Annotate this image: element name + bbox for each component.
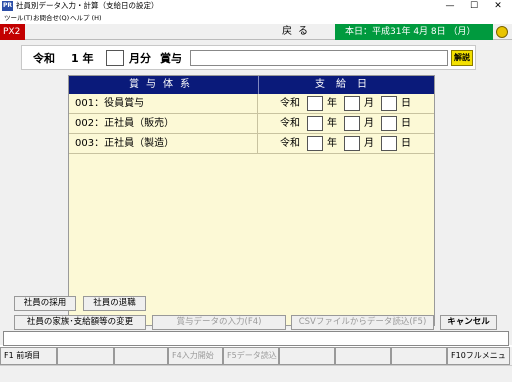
f4-start-input-key[interactable]: F4入力開始 <box>168 347 223 365</box>
month-unit: 月 <box>364 138 374 149</box>
function-key-bar: F1 前項目 F4入力開始 F5データ読込 F10フルメニュー <box>0 347 512 376</box>
f5-read-data-key[interactable]: F5データ読込 <box>223 347 279 365</box>
close-button[interactable]: ✕ <box>486 0 510 13</box>
minimize-button[interactable]: — <box>438 0 462 13</box>
f2-key[interactable] <box>57 347 114 365</box>
bonus-label: 賞与 <box>160 52 182 65</box>
column-header-payday: 支給日 <box>258 76 434 94</box>
payday-month-input[interactable] <box>344 96 360 111</box>
f8-key[interactable] <box>391 347 447 365</box>
bonus-name-field[interactable] <box>190 50 448 66</box>
table-row[interactable]: 001：役員賞与 令和 年 月 日 <box>69 94 434 114</box>
payday-year-input[interactable] <box>307 96 323 111</box>
menu-help[interactable]: ヘルプ (H) <box>70 14 102 23</box>
f3-key[interactable] <box>114 347 168 365</box>
cancel-button[interactable]: キャンセル <box>440 315 497 330</box>
bonus-system-name: 001：役員賞与 <box>75 98 145 109</box>
year-unit: 年 <box>327 118 337 129</box>
family-payment-change-button[interactable]: 社員の家族･支給額等の変更 <box>14 315 146 330</box>
bonus-system-grid: 賞与体系 支給日 001：役員賞与 令和 年 月 日 002：正社員（販売） 令… <box>68 75 435 326</box>
back-button[interactable]: 戻る <box>270 24 334 40</box>
year-label: 1 年 <box>71 52 94 65</box>
month-unit: 月 <box>364 118 374 129</box>
year-unit: 年 <box>327 138 337 149</box>
payday-era: 令和 <box>280 98 300 109</box>
day-unit: 日 <box>401 118 411 129</box>
px2-badge: PX2 <box>0 24 25 40</box>
column-divider <box>257 134 258 154</box>
maximize-button[interactable]: ☐ <box>462 0 486 13</box>
table-row[interactable]: 002：正社員（販売） 令和 年 月 日 <box>69 114 434 134</box>
payday-era: 令和 <box>280 138 300 149</box>
column-header-bonus-system: 賞与体系 <box>129 79 197 90</box>
grid-header: 賞与体系 支給日 <box>69 76 434 94</box>
menu-bar: ツール(T) お問合せ(Q) ヘルプ (H) <box>0 13 512 24</box>
menu-tools[interactable]: ツール(T) <box>4 14 33 23</box>
app-icon: PR <box>2 1 13 11</box>
bonus-header: 令和 1 年 月分 賞与 解説 <box>21 45 476 70</box>
era-label: 令和 <box>33 52 55 65</box>
table-row[interactable]: 003：正社員（製造） 令和 年 月 日 <box>69 134 434 154</box>
payday-era: 令和 <box>280 118 300 129</box>
help-button[interactable]: 解説 <box>451 50 473 66</box>
month-unit: 月 <box>364 98 374 109</box>
today-date: 本日：平成31年 4月 8日 （月） <box>335 24 493 40</box>
payday-day-input[interactable] <box>381 96 397 111</box>
hire-employee-button[interactable]: 社員の採用 <box>14 296 76 311</box>
message-line <box>3 331 509 346</box>
title-bar: PR 社員別データ入力・計算（支給日の設定） — ☐ ✕ <box>0 0 512 13</box>
bonus-system-name: 002：正社員（販売） <box>75 118 175 129</box>
payday-day-input[interactable] <box>381 116 397 131</box>
f6-key[interactable] <box>279 347 335 365</box>
payday-month-input[interactable] <box>344 136 360 151</box>
status-bar <box>0 365 512 382</box>
toolbar: PX2 戻る 本日：平成31年 4月 8日 （月） <box>0 24 512 40</box>
payday-year-input[interactable] <box>307 116 323 131</box>
menu-inquiry[interactable]: お問合せ(Q) <box>33 14 69 23</box>
column-divider <box>257 94 258 114</box>
f7-key[interactable] <box>335 347 391 365</box>
window-title: 社員別データ入力・計算（支給日の設定） <box>16 1 159 10</box>
app-logo-icon[interactable] <box>496 26 508 38</box>
retire-employee-button[interactable]: 社員の退職 <box>83 296 146 311</box>
month-label: 月分 <box>129 52 151 65</box>
f1-prev-field-key[interactable]: F1 前項目 <box>0 347 57 365</box>
payday-day-input[interactable] <box>381 136 397 151</box>
month-input[interactable] <box>106 50 124 66</box>
payday-month-input[interactable] <box>344 116 360 131</box>
column-divider <box>257 114 258 134</box>
day-unit: 日 <box>401 138 411 149</box>
bonus-data-input-button[interactable]: 賞与データの入力(F4) <box>152 315 286 330</box>
day-unit: 日 <box>401 98 411 109</box>
year-unit: 年 <box>327 98 337 109</box>
csv-import-button[interactable]: CSVファイルからデータ読込(F5) <box>291 315 434 330</box>
main-content: 令和 1 年 月分 賞与 解説 賞与体系 支給日 001：役員賞与 令和 年 月… <box>0 40 512 345</box>
bonus-system-name: 003：正社員（製造） <box>75 138 175 149</box>
payday-year-input[interactable] <box>307 136 323 151</box>
f10-full-menu-key[interactable]: F10フルメニュー <box>447 347 510 376</box>
